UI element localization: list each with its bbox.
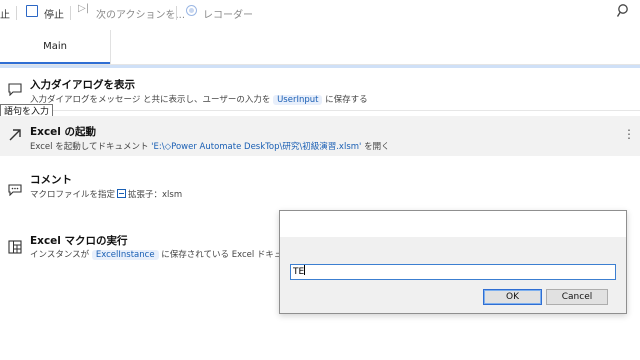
recorder-button[interactable]: レコーダー (203, 6, 253, 21)
action-description: マクロファイルを指定 拡張子：xlsm (30, 188, 182, 200)
description-prefix: Excel を起動してドキュメント (30, 142, 149, 152)
comment-text-tail: 拡張子：xlsm (128, 190, 183, 200)
comment-text: マクロファイルを指定 (30, 190, 116, 200)
action-row-comment[interactable]: コメント マクロファイルを指定 拡張子：xlsm (0, 166, 640, 210)
variable-chip[interactable]: ExcelInstance (91, 250, 159, 260)
cancel-button[interactable]: Cancel (546, 289, 608, 305)
action-title: Excel マクロの実行 (30, 235, 128, 247)
toolbar-divider (16, 6, 17, 20)
variable-chip[interactable]: UserInput (273, 95, 323, 105)
stop-checkbox-icon[interactable] (26, 5, 38, 17)
subflow-tab-strip: Main (0, 30, 640, 65)
search-icon[interactable] (616, 3, 630, 19)
line-break-icon (117, 189, 127, 198)
recorder-icon[interactable] (186, 5, 197, 16)
action-title: Excel の起動 (30, 126, 97, 138)
file-path-value[interactable]: 'E:\◇Power Automate DeskTop\研究\初級演習.xlsm… (151, 142, 361, 152)
tab-main-label: Main (43, 41, 67, 52)
excel-macro-icon (8, 240, 22, 254)
toolbar: 止 停止 ▷| 次のアクションを... レコーダー (0, 0, 640, 26)
play-next-icon[interactable]: ▷| (78, 3, 89, 14)
drop-target-line (0, 65, 640, 68)
tab-main[interactable]: Main (0, 30, 111, 64)
stop-button-label[interactable]: 停止 (44, 6, 64, 21)
action-title: コメント (30, 174, 72, 186)
next-action-button[interactable]: 次のアクションを... (96, 6, 185, 21)
dialog-text-input[interactable]: TE (290, 264, 616, 280)
action-row-input-dialog[interactable]: 入力ダイアログを表示 入力ダイアログをメッセージ と共に表示し、ユーザーの入力を… (0, 72, 640, 111)
input-value: TE (293, 267, 305, 277)
description-suffix: を開く (364, 142, 390, 152)
comment-icon (8, 184, 22, 196)
description-suffix: に保存する (325, 95, 368, 105)
action-title: 入力ダイアログを表示 (30, 79, 135, 91)
action-description: インスタンスが ExcelInstance に保存されている Excel ドキュ… (30, 248, 291, 260)
message-box-icon (8, 83, 22, 96)
action-description: 入力ダイアログをメッセージ と共に表示し、ユーザーの入力を UserInput … (30, 93, 368, 105)
ok-button[interactable]: OK (483, 289, 542, 305)
more-options-icon[interactable]: ⋮ (623, 127, 635, 141)
text-caret (304, 265, 306, 275)
description-prefix: 入力ダイアログをメッセージ と共に表示し、ユーザーの入力を (30, 95, 271, 105)
dialog-body: TE OK Cancel (280, 237, 626, 313)
action-row-launch-excel[interactable]: Excel の起動 Excel を起動してドキュメント 'E:\◇Power A… (0, 116, 640, 156)
description-prefix: インスタンスが (30, 250, 90, 260)
arrow-up-right-icon (9, 129, 21, 141)
action-description: Excel を起動してドキュメント 'E:\◇Power Automate De… (30, 140, 390, 152)
toolbar-divider (176, 6, 177, 20)
description-suffix: に保存されている Excel ドキュメ (161, 250, 291, 260)
run-button-label[interactable]: 止 (0, 6, 10, 21)
active-tab-indicator (0, 62, 110, 64)
input-dialog: TE OK Cancel (279, 210, 627, 314)
toolbar-divider (70, 6, 71, 20)
